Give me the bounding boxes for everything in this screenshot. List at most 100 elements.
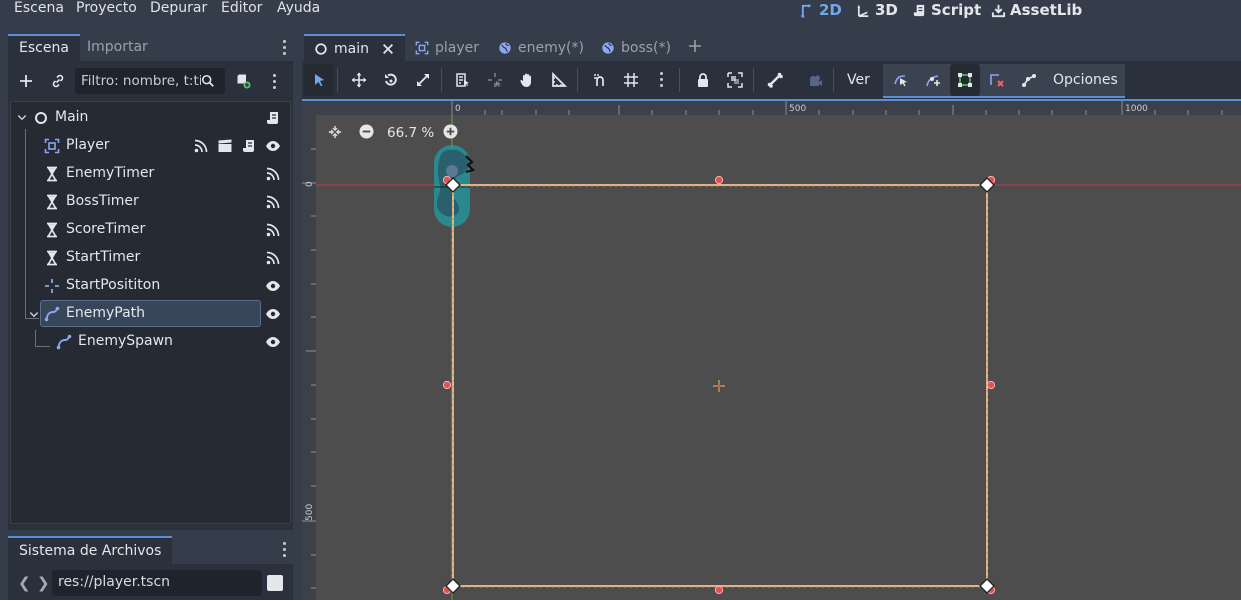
canvas-viewport[interactable]: 0 500 1000 0 500 66.7 % (302, 99, 1241, 600)
workspace-assetlib-button[interactable]: AssetLib (991, 0, 1082, 20)
close-curve-button[interactable] (1014, 64, 1044, 96)
visibility-eye-icon[interactable] (265, 278, 281, 294)
assetlib-icon (991, 4, 1006, 17)
back-arrow-icon[interactable]: ❮ (18, 574, 31, 592)
visibility-eye-icon[interactable] (265, 334, 281, 350)
tree-row-bosstimer[interactable]: BossTimer (11, 188, 290, 216)
canvas-drawing[interactable]: 0 500 1000 0 500 (302, 101, 1241, 600)
lock-button[interactable] (688, 64, 718, 96)
menu-depurar[interactable]: Depurar (150, 0, 207, 18)
instance-scene-button[interactable] (47, 70, 69, 92)
plus-icon (20, 75, 32, 87)
grid-snap-button[interactable] (616, 64, 646, 96)
signal-icon[interactable] (193, 138, 209, 154)
tree-label: BossTimer (66, 193, 139, 209)
workspace-script-button[interactable]: Script (912, 0, 981, 20)
clapperboard-icon[interactable] (217, 138, 233, 154)
visibility-eye-icon[interactable] (265, 306, 281, 322)
workspace-2d-button[interactable]: 2D (800, 0, 842, 20)
zoom-level-label[interactable]: 66.7 % (387, 125, 434, 141)
add-point-button[interactable] (918, 64, 948, 96)
tree-label: StartTimer (66, 249, 141, 265)
camera-override-button[interactable] (800, 64, 830, 96)
move-icon (351, 72, 367, 88)
tree-row-enemytimer[interactable]: EnemyTimer (11, 160, 290, 188)
toolbar-separator (833, 68, 834, 92)
signal-icon[interactable] (265, 222, 281, 238)
tree-row-enemyspawn[interactable]: EnemySpawn (11, 328, 290, 356)
tree-label: ScoreTimer (66, 221, 146, 237)
delete-point-button[interactable] (982, 64, 1012, 96)
scene-dock-menu-icon[interactable] (283, 40, 287, 56)
tree-label: StartPosititon (66, 277, 161, 293)
group-button[interactable] (720, 64, 750, 96)
forward-arrow-icon[interactable]: ❯ (37, 574, 50, 592)
cursor-icon (315, 74, 324, 87)
scene-tree-menu-icon[interactable] (273, 74, 277, 90)
menu-editor[interactable]: Editor (221, 0, 262, 18)
globe-icon (602, 41, 614, 54)
pan-mode-button[interactable] (512, 64, 542, 96)
rotate-mode-button[interactable] (376, 64, 406, 96)
toolbar-separator (577, 68, 578, 92)
script-icon[interactable] (241, 138, 257, 154)
tree-row-player[interactable]: Player (11, 132, 290, 160)
close-icon[interactable] (381, 42, 395, 56)
workspace-3d-button[interactable]: 3D (856, 0, 898, 20)
tab-filesystem[interactable]: Sistema de Archivos (8, 536, 173, 564)
camera-icon (810, 75, 822, 86)
add-node-button[interactable] (15, 70, 37, 92)
menu-proyecto[interactable]: Proyecto (76, 0, 137, 18)
attach-script-button[interactable] (232, 70, 254, 92)
edit-points-button[interactable] (950, 64, 980, 96)
scale-mode-button[interactable] (408, 64, 438, 96)
zoom-in-button[interactable] (443, 124, 459, 140)
tree-row-starttimer[interactable]: StartTimer (11, 244, 290, 272)
move-mode-button[interactable] (344, 64, 374, 96)
link-icon (52, 74, 64, 88)
skeleton-button[interactable] (760, 64, 790, 96)
script-icon[interactable] (265, 110, 281, 126)
zoom-out-button[interactable] (359, 124, 375, 140)
signal-icon[interactable] (265, 166, 281, 182)
center-view-button[interactable] (328, 125, 344, 141)
view-menu-button[interactable]: Ver (847, 64, 870, 96)
menu-ayuda[interactable]: Ayuda (277, 0, 320, 18)
split-mode-icon[interactable] (267, 575, 283, 591)
scene-filter[interactable] (75, 68, 225, 94)
select-points-button[interactable] (886, 64, 916, 96)
tree-row-scoretimer[interactable]: ScoreTimer (11, 216, 290, 244)
ruler-mode-button[interactable] (544, 64, 574, 96)
ruler-label-x1000: 1000 (1125, 104, 1148, 114)
tree-row-startposition[interactable]: StartPosititon (11, 272, 290, 300)
pivot-mode-button[interactable] (480, 64, 510, 96)
select-mode-button[interactable] (304, 64, 334, 96)
path-delete-icon (990, 74, 1004, 87)
signal-icon[interactable] (265, 250, 281, 266)
collapse-arrow-icon[interactable] (16, 111, 28, 123)
visibility-eye-icon[interactable] (265, 138, 281, 154)
tab-importar[interactable]: Importar (76, 34, 159, 61)
scene-filter-input[interactable] (81, 73, 201, 89)
tab-player[interactable]: player (405, 34, 489, 61)
smart-snap-button[interactable] (585, 64, 615, 96)
ruler-label-y500: 500 (305, 504, 315, 521)
tree-row-enemypath[interactable]: EnemyPath (11, 300, 290, 328)
collapse-arrow-icon[interactable] (28, 308, 40, 320)
tab-main[interactable]: main (304, 34, 405, 61)
menu-escena[interactable]: Escena (14, 0, 64, 18)
tree-row-main[interactable]: Main (11, 104, 290, 132)
ruler-label-x0: 0 (455, 104, 461, 114)
tab-escena[interactable]: Escena (8, 34, 80, 61)
snap-options-menu-icon[interactable] (660, 72, 664, 88)
options-menu-button[interactable]: Opciones (1053, 64, 1118, 96)
list-select-button[interactable] (448, 64, 478, 96)
new-scene-tab-button[interactable] (687, 38, 705, 56)
signal-icon[interactable] (265, 194, 281, 210)
tab-enemy[interactable]: enemy(*) (488, 34, 594, 61)
filesystem-path-field[interactable]: res://player.tscn (52, 570, 262, 596)
filesystem-menu-icon[interactable] (283, 542, 287, 558)
tab-boss[interactable]: boss(*) (591, 34, 681, 61)
2d-icon (801, 3, 812, 18)
horizontal-ruler[interactable] (302, 101, 1241, 115)
